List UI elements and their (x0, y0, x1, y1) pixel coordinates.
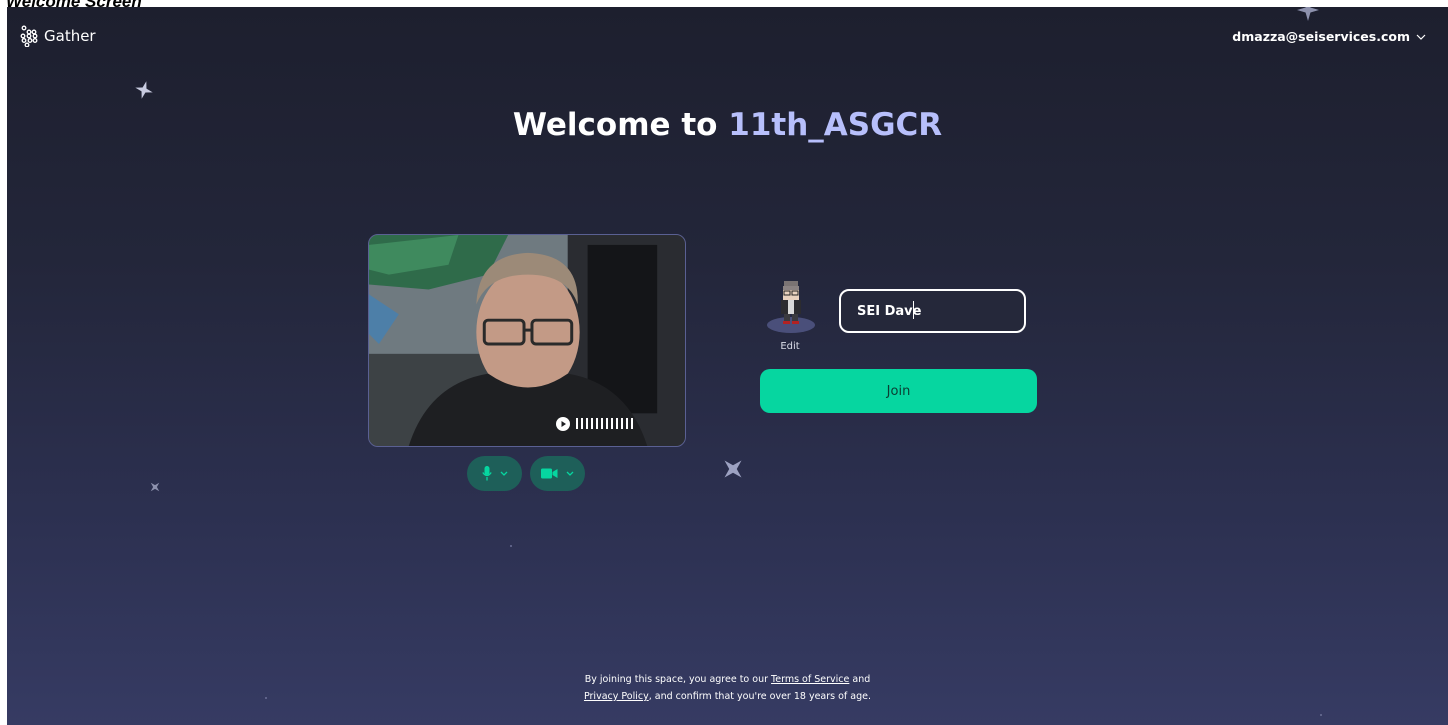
chevron-down-icon (500, 471, 507, 476)
terms-of-service-link[interactable]: Terms of Service (771, 674, 849, 685)
welcome-prefix: Welcome to (512, 107, 718, 143)
sparkle-star-icon (150, 482, 160, 492)
privacy-policy-link[interactable]: Privacy Policy (584, 691, 649, 702)
display-name-input[interactable] (839, 289, 1026, 333)
legal-line2-suffix: , and confirm that you're over 18 years … (648, 691, 872, 702)
chevron-down-icon (566, 471, 574, 476)
sparkle-star-icon (1297, 7, 1319, 21)
space-name: 11th_ASGCR (728, 107, 943, 143)
account-menu[interactable]: dmazza@seiservices.com (1232, 29, 1426, 44)
webcam-frame-image (369, 235, 685, 446)
gather-logo[interactable]: Gather (19, 25, 96, 47)
gather-welcome-screen: Gather dmazza@seiservices.com Welcome to… (7, 7, 1448, 725)
join-button[interactable]: Join (760, 369, 1037, 413)
star-dot (510, 545, 512, 547)
account-email: dmazza@seiservices.com (1232, 29, 1410, 44)
avatar[interactable] (767, 277, 815, 333)
gather-logo-icon (20, 25, 38, 47)
play-icon[interactable] (556, 417, 570, 431)
audio-level-meter (576, 418, 633, 429)
chevron-down-icon (1416, 34, 1426, 40)
legal-notice: By joining this space, you agree to our … (7, 671, 1448, 705)
video-preview (368, 234, 686, 447)
star-dot (1320, 714, 1322, 716)
avatar-edit-link[interactable]: Edit (775, 341, 805, 352)
legal-line1-prefix: By joining this space, you agree to our (584, 674, 769, 685)
microphone-icon (481, 466, 492, 481)
sparkle-star-icon (135, 81, 153, 99)
microphone-toggle-button[interactable] (467, 456, 522, 491)
brand-name: Gather (44, 27, 96, 45)
text-caret (913, 301, 914, 319)
legal-line1-suffix: and (852, 674, 871, 685)
welcome-heading: Welcome to 11th_ASGCR (7, 107, 1448, 143)
camera-toggle-button[interactable] (530, 456, 585, 491)
video-camera-icon (541, 468, 558, 479)
sparkle-star-icon (724, 460, 742, 478)
